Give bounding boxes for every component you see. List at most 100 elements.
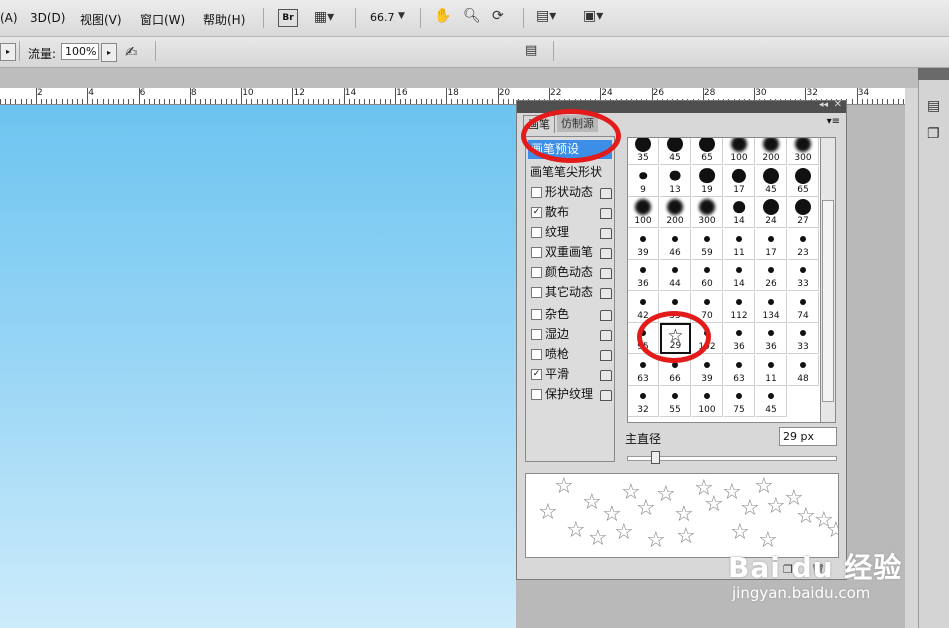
option-checkbox[interactable]	[531, 247, 542, 258]
lock-icon[interactable]	[600, 288, 612, 299]
brush-preset-cell[interactable]: 11	[756, 354, 787, 386]
brush-preset-cell[interactable]: 48	[788, 354, 819, 386]
brush-option-row[interactable]: 形状动态	[526, 183, 614, 201]
brush-preset-cell[interactable]: 26	[756, 260, 787, 291]
close-icon[interactable]: ✕	[834, 99, 842, 110]
option-checkbox[interactable]: ✓	[531, 369, 542, 380]
brush-option-row[interactable]: 纹理	[526, 223, 614, 241]
option-checkbox[interactable]	[531, 309, 542, 320]
brush-preset-cell[interactable]: 17	[724, 165, 755, 197]
brush-option-row[interactable]: 其它动态	[526, 283, 614, 301]
brush-preset-cell[interactable]: 44	[660, 260, 691, 291]
brush-preset-cell[interactable]: 36	[724, 323, 755, 354]
brush-preset-grid[interactable]: 35 45 65 100 200 300 9 13 19 17 45 65 100 200 300 14 24 2…	[627, 137, 821, 423]
brush-preset-cell[interactable]: 36	[628, 260, 659, 291]
brush-preset-cell[interactable]: 9	[628, 165, 659, 197]
brush-option-row[interactable]: 湿边	[526, 325, 614, 343]
brush-preset-cell[interactable]: 13	[660, 165, 691, 197]
brush-preset-cell[interactable]: 14	[724, 260, 755, 291]
panel-menu-icon[interactable]: ▾≡	[827, 116, 840, 127]
brush-preset-cell[interactable]: 100	[724, 138, 755, 165]
brush-preset-cell[interactable]: 36	[756, 323, 787, 354]
diameter-input[interactable]: 29 px	[779, 427, 837, 446]
option-checkbox[interactable]	[531, 227, 542, 238]
brush-preset-cell[interactable]: 45	[756, 386, 787, 417]
brush-preset-cell[interactable]: 75	[724, 386, 755, 417]
brush-option-row[interactable]: ✓ 平滑	[526, 365, 614, 383]
option-checkbox[interactable]	[531, 267, 542, 278]
lock-icon[interactable]	[600, 330, 612, 341]
flow-dropdown[interactable]: ▸	[101, 43, 117, 62]
option-checkbox[interactable]	[531, 349, 542, 360]
zoom-level[interactable]: 66.7	[370, 11, 395, 24]
option-checkbox[interactable]	[531, 187, 542, 198]
brush-preset-cell[interactable]: 11	[724, 228, 755, 260]
brush-preset-cell[interactable]: 32	[628, 386, 659, 417]
film-strip-icon[interactable]: ▦▾	[312, 9, 336, 25]
brush-preset-cell[interactable]: 14	[724, 197, 755, 228]
option-checkbox[interactable]	[531, 389, 542, 400]
lock-icon[interactable]	[600, 310, 612, 321]
brush-preset-cell[interactable]: 100	[628, 197, 659, 228]
arrange-documents-icon[interactable]: ▤▾	[536, 8, 556, 24]
option-checkbox[interactable]: ✓	[531, 207, 542, 218]
brush-preset-cell[interactable]: 200	[660, 197, 691, 228]
brush-preset-cell[interactable]: 200	[756, 138, 787, 165]
brush-preset-cell[interactable]: 24	[756, 197, 787, 228]
brush-preset-cell[interactable]: 112	[724, 291, 755, 323]
option-checkbox[interactable]	[531, 329, 542, 340]
brush-preset-cell[interactable]: 45	[756, 165, 787, 197]
brush-preset-cell[interactable]: 27	[788, 197, 819, 228]
brush-option-row[interactable]: 喷枪	[526, 345, 614, 363]
dock-header[interactable]	[918, 68, 949, 80]
bridge-button[interactable]: Br	[278, 9, 298, 27]
opacity-dropdown[interactable]: ▸	[0, 43, 16, 61]
menu-3d[interactable]: 3D(D)	[30, 11, 65, 25]
brush-preset-cell[interactable]: 46	[660, 228, 691, 260]
menu-image[interactable]: (A)	[0, 11, 18, 25]
brush-preset-cell[interactable]: 59	[692, 228, 723, 260]
brush-preset-cell[interactable]: 45	[660, 138, 691, 165]
hand-tool-icon[interactable]: ✋	[434, 8, 451, 24]
layers-panel-icon[interactable]: ▤	[927, 98, 940, 114]
lock-icon[interactable]	[600, 268, 612, 279]
lock-icon[interactable]	[600, 248, 612, 259]
brush-preset-cell[interactable]: 60	[692, 260, 723, 291]
brush-option-row[interactable]: 保护纹理	[526, 385, 614, 403]
brush-option-row[interactable]: 颜色动态	[526, 263, 614, 281]
brush-tip-shape-item[interactable]: 画笔笔尖形状	[530, 163, 602, 181]
screen-mode-icon[interactable]: ▣▾	[583, 8, 603, 24]
zoom-tool-icon[interactable]: 🔍︎	[463, 8, 481, 24]
brush-preset-cell[interactable]: 100	[692, 386, 723, 417]
document-canvas[interactable]	[0, 105, 516, 628]
brush-preset-cell[interactable]: 33	[788, 323, 819, 354]
lock-icon[interactable]	[600, 390, 612, 401]
brush-preset-cell[interactable]: 300	[692, 197, 723, 228]
lock-icon[interactable]	[600, 228, 612, 239]
brush-option-row[interactable]: ✓ 散布	[526, 203, 614, 221]
brush-preset-cell[interactable]: 65	[788, 165, 819, 197]
lock-icon[interactable]	[600, 208, 612, 219]
brush-preset-cell[interactable]: 19	[692, 165, 723, 197]
brush-preset-cell[interactable]: 134	[756, 291, 787, 323]
option-checkbox[interactable]	[531, 287, 542, 298]
brush-preset-cell[interactable]: 33	[788, 260, 819, 291]
brush-preset-cell[interactable]: 39	[628, 228, 659, 260]
brush-preset-cell[interactable]: 65	[692, 138, 723, 165]
lock-icon[interactable]	[600, 370, 612, 381]
scrollbar-thumb[interactable]	[822, 200, 834, 402]
brush-preset-cell[interactable]: 39	[692, 354, 723, 386]
brush-preset-cell[interactable]: 63	[724, 354, 755, 386]
menu-view[interactable]: 视图(V)	[80, 11, 122, 28]
brush-option-row[interactable]: 杂色	[526, 305, 614, 323]
chevron-down-icon[interactable]: ▼	[398, 11, 405, 21]
lock-icon[interactable]	[600, 188, 612, 199]
brush-preset-cell[interactable]: 55	[660, 386, 691, 417]
brush-preset-cell[interactable]: 300	[788, 138, 819, 165]
menu-help[interactable]: 帮助(H)	[203, 11, 245, 28]
brush-option-row[interactable]: 双重画笔	[526, 243, 614, 261]
airbrush-icon[interactable]: ✍	[125, 43, 138, 61]
flow-input[interactable]: 100%	[61, 43, 99, 60]
brush-preset-cell[interactable]: 74	[788, 291, 819, 323]
history-panel-icon[interactable]: ❐	[927, 126, 940, 142]
